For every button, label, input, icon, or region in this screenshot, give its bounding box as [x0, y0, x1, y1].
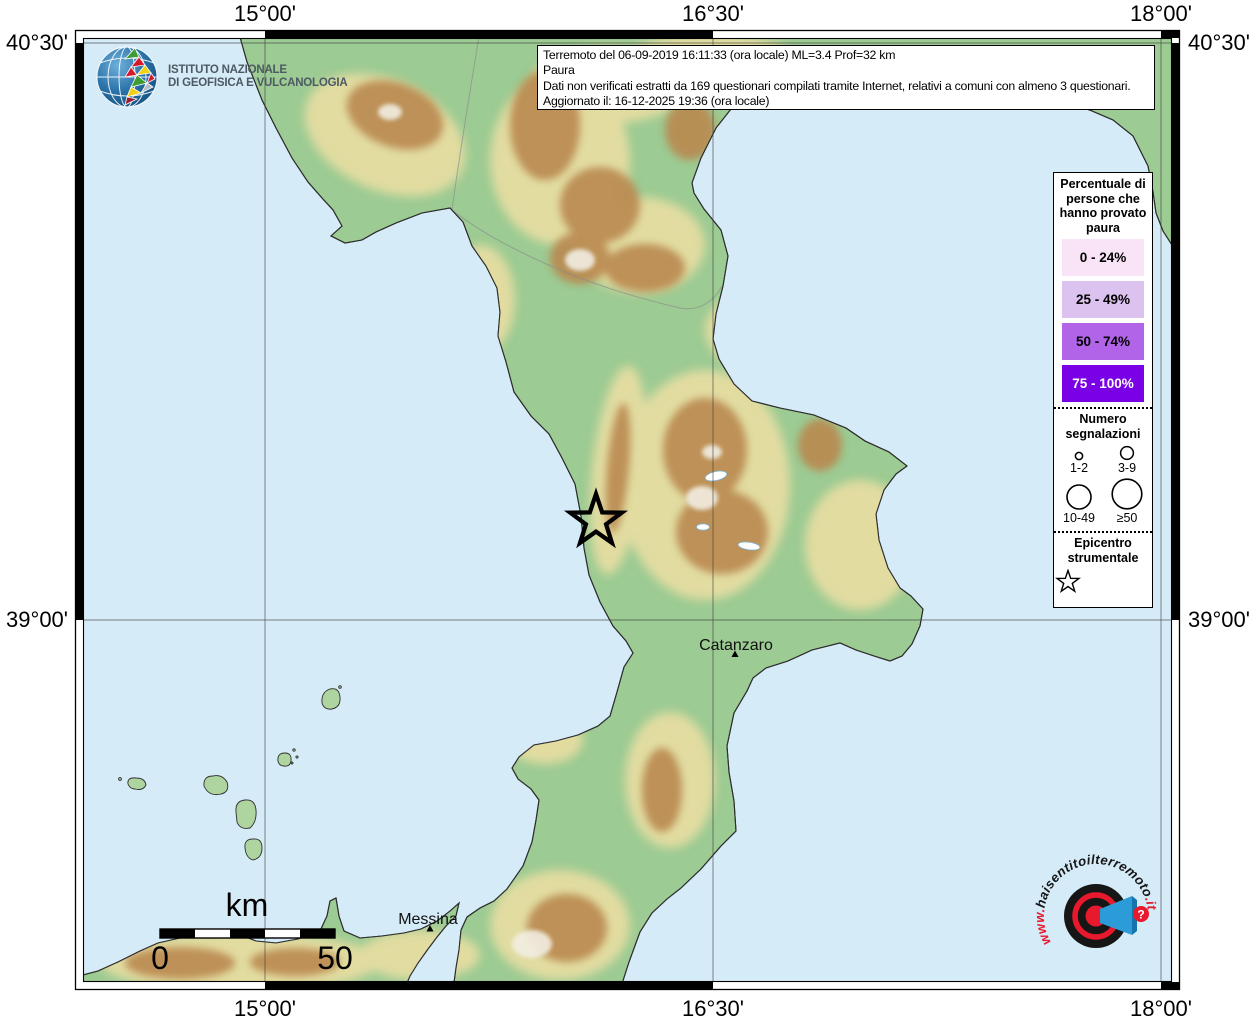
report-circle-icon — [1065, 483, 1093, 511]
event-updated: Aggiornato il: 16-12-2025 19:36 (ora loc… — [543, 94, 1149, 109]
legend-divider — [1054, 531, 1152, 533]
report-circle-icon — [1119, 445, 1135, 461]
map-canvas: km 0 50 Catanzaro Messina — [83, 38, 1172, 982]
lon-label-top-18: 18°00' — [1091, 1, 1231, 27]
lon-label-top-15: 15°00' — [195, 1, 335, 27]
scale-end-label: 50 — [317, 940, 353, 976]
legend-class-label: 0 - 24% — [1080, 250, 1127, 265]
macroseismic-map-page: km 0 50 Catanzaro Messina — [0, 0, 1255, 1024]
event-title: Terremoto del 06-09-2019 16:11:33 (ora l… — [543, 48, 1149, 63]
legend-class-50-74: 50 - 74% — [1062, 323, 1144, 360]
legend-class-label: 25 - 49% — [1076, 292, 1130, 307]
report-size-label: 10-49 — [1063, 512, 1095, 525]
lat-label-left-3900: 39°00' — [0, 607, 68, 633]
ingv-globe-icon — [95, 45, 159, 109]
legend-class-0-24: 0 - 24% — [1062, 239, 1144, 276]
legend-class-label: 50 - 74% — [1076, 334, 1130, 349]
legend-reports-title: Numero segnalazioni — [1056, 412, 1150, 441]
event-effect: Paura — [543, 63, 1149, 78]
scale-unit-label: km — [226, 887, 269, 923]
report-size-10-49: 10-49 — [1055, 477, 1103, 527]
legend-class-label: 75 - 100% — [1072, 376, 1134, 391]
report-size-label: ≥50 — [1117, 512, 1138, 525]
lon-label-bottom-18: 18°00' — [1091, 996, 1231, 1022]
lat-label-left-4030: 40°30' — [0, 30, 68, 56]
question-mark-icon: ? — [1133, 906, 1149, 922]
event-info-box: Terremoto del 06-09-2019 16:11:33 (ora l… — [537, 45, 1155, 110]
legend-report-circles: 1-2 3-9 10-49 ≥50 — [1055, 445, 1151, 527]
report-size-label: 1-2 — [1070, 462, 1088, 475]
city-label: Messina — [398, 911, 458, 928]
report-size-1-2: 1-2 — [1055, 445, 1103, 477]
legend-class-75-100: 75 - 100% — [1062, 365, 1144, 402]
report-size-50plus: ≥50 — [1103, 477, 1151, 527]
svg-text:?: ? — [1137, 908, 1144, 922]
lon-label-bottom-1630: 16°30' — [643, 996, 783, 1022]
lon-label-top-1630: 16°30' — [643, 1, 783, 27]
ingv-name-line2: DI GEOFISICA E VULCANOLOGIA — [168, 77, 347, 91]
report-circle-icon — [1074, 451, 1084, 461]
ingv-logo: ISTITUTO NAZIONALE DI GEOFISICA E VULCAN… — [95, 45, 347, 109]
epicenter-star-legend-icon — [1054, 569, 1082, 595]
report-size-label: 3-9 — [1118, 462, 1136, 475]
legend-fear-title: Percentuale di persone che hanno provato… — [1056, 177, 1150, 235]
city-label: Catanzaro — [699, 637, 773, 654]
scale-start-label: 0 — [151, 940, 169, 976]
report-size-3-9: 3-9 — [1103, 445, 1151, 477]
legend-epicenter-title: Epicentro strumentale — [1056, 536, 1150, 565]
report-circle-icon — [1110, 477, 1144, 511]
lat-label-right-4030: 40°30' — [1188, 30, 1255, 56]
ingv-name-line1: ISTITUTO NAZIONALE — [168, 64, 347, 78]
legend-class-25-49: 25 - 49% — [1062, 281, 1144, 318]
lat-label-right-3900: 39°00' — [1188, 607, 1255, 633]
legend-panel: Percentuale di persone che hanno provato… — [1053, 172, 1153, 608]
haisentitoilterremoto-logo: www.haisentitoilterremoto.it ? — [1034, 854, 1162, 974]
event-data-note: Dati non verificati estratti da 169 ques… — [543, 79, 1149, 94]
legend-divider — [1054, 407, 1152, 409]
lon-label-bottom-15: 15°00' — [195, 996, 335, 1022]
